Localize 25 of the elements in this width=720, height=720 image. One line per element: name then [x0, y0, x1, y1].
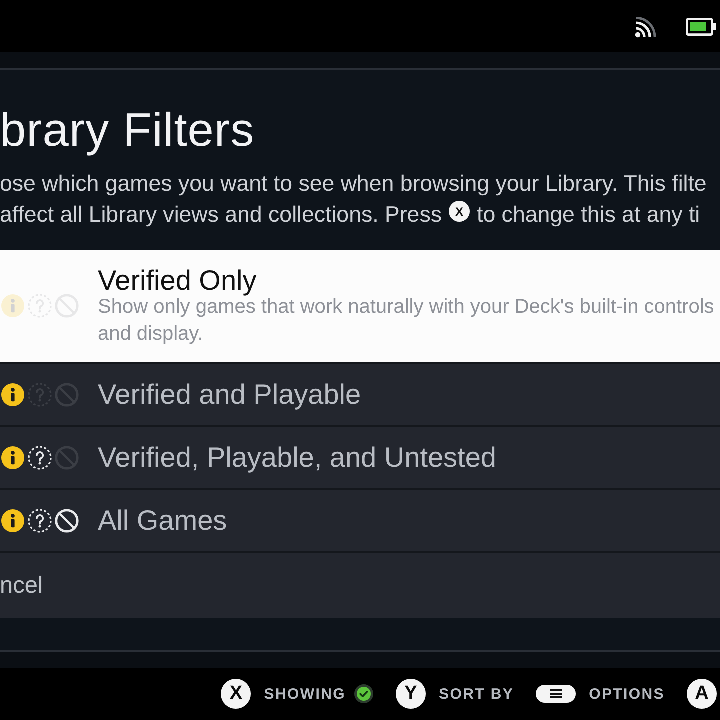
battery-icon [686, 18, 716, 36]
filter-option[interactable]: Verified and Playable [0, 364, 720, 425]
description-text: to change this at any ti [477, 202, 700, 228]
option-title: Verified Only [98, 264, 258, 296]
menu-button-icon[interactable] [536, 685, 576, 703]
controller-button[interactable]: A [687, 679, 717, 709]
option-description: Show only games that work naturally with your Deck's built-in controls and display. [98, 296, 716, 346]
option-title: All Games [98, 504, 228, 536]
controller-button[interactable]: Y [396, 679, 426, 709]
hint-label: SORT BY [439, 686, 514, 702]
controller-button[interactable]: X [221, 679, 252, 709]
description-text: affect all Library views and collections. Press [0, 202, 442, 228]
description-text: ose which games you want to see when browsing your Library. This filte [0, 170, 707, 196]
cancel-button[interactable]: ncel [0, 553, 720, 618]
filter-option[interactable]: Verified, Playable, and Untested [0, 427, 720, 488]
check-icon [354, 684, 374, 704]
filter-option[interactable]: Verified Only Show only games that work naturally with your Deck's built-in controls and display. [0, 250, 720, 362]
option-title: Verified, Playable, and Untested [98, 442, 498, 474]
filter-option[interactable]: All Games [0, 490, 720, 551]
dialog-title: brary Filters [0, 104, 255, 156]
wifi-icon [634, 17, 656, 39]
option-title: Verified and Playable [98, 378, 362, 410]
hint-label: OPTIONS [589, 686, 665, 702]
hint-label: SHOWING [264, 686, 346, 702]
button-glyph: X [449, 201, 470, 222]
